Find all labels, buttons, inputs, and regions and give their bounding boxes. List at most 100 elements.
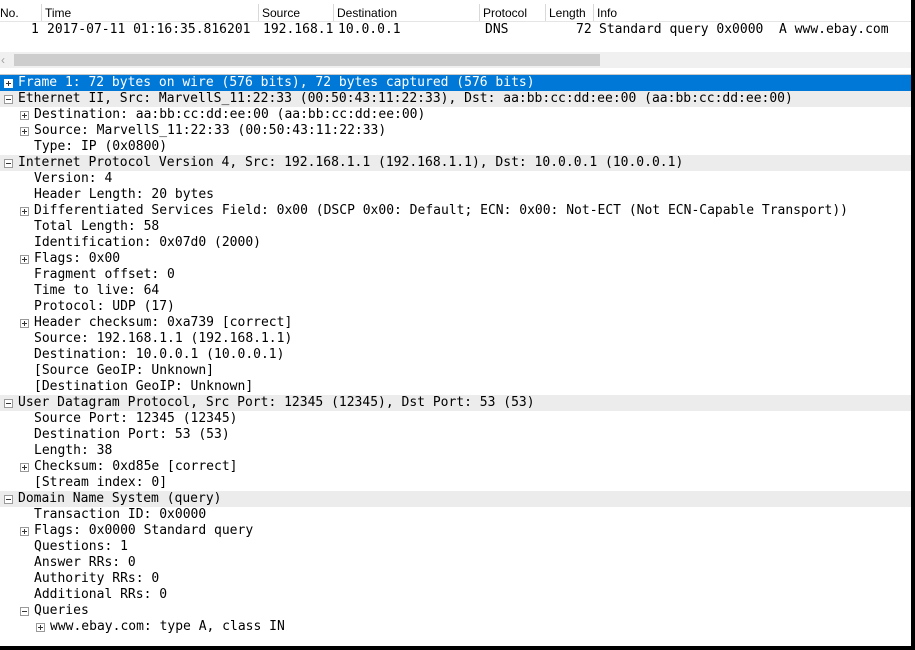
tree-field-row[interactable]: Header Length: 20 bytes (0, 187, 911, 203)
tree-section-row[interactable]: Internet Protocol Version 4, Src: 192.16… (0, 155, 911, 171)
cell-destination: 10.0.0.1 (338, 22, 401, 37)
scroll-left-icon[interactable]: ‹ (1, 52, 5, 68)
tree-field-row[interactable]: Transaction ID: 0x0000 (0, 507, 911, 523)
tree-row-label: Frame 1: 72 bytes on wire (576 bits), 72… (18, 75, 535, 90)
expand-icon[interactable] (20, 127, 29, 136)
column-divider[interactable] (545, 4, 546, 21)
tree-field-row[interactable]: [Destination GeoIP: Unknown] (0, 379, 911, 395)
packet-row[interactable]: 1 2017-07-11 01:16:35.816201 192.168.1.1… (0, 22, 911, 37)
tree-field-row[interactable]: [Stream index: 0] (0, 475, 911, 491)
tree-row-label: [Source GeoIP: Unknown] (34, 363, 215, 378)
expand-icon[interactable] (20, 255, 29, 264)
tree-row-label: Destination Port: 53 (53) (34, 427, 230, 442)
expand-icon[interactable] (20, 319, 29, 328)
tree-field-row[interactable]: Identification: 0x07d0 (2000) (0, 235, 911, 251)
cell-info: Standard query 0x0000 A www.ebay.com (599, 22, 889, 37)
tree-field-row[interactable]: Queries (0, 603, 911, 619)
expand-icon[interactable] (20, 527, 29, 536)
tree-row-label: Internet Protocol Version 4, Src: 192.16… (18, 155, 684, 170)
column-header-source[interactable]: Source (262, 6, 300, 20)
column-divider[interactable] (593, 4, 594, 21)
column-header-protocol[interactable]: Protocol (483, 6, 527, 20)
tree-field-row[interactable]: Type: IP (0x0800) (0, 139, 911, 155)
tree-section-row[interactable]: Ethernet II, Src: MarvellS_11:22:33 (00:… (0, 91, 911, 107)
column-header-destination[interactable]: Destination (337, 6, 397, 20)
tree-section-row[interactable]: Frame 1: 72 bytes on wire (576 bits), 72… (0, 75, 911, 91)
cell-source: 192.168.1.1 (263, 22, 336, 37)
tree-field-row[interactable]: Destination: aa:bb:cc:dd:ee:00 (aa:bb:cc… (0, 107, 911, 123)
tree-section-row[interactable]: User Datagram Protocol, Src Port: 12345 … (0, 395, 911, 411)
tree-row-label: Destination: 10.0.0.1 (10.0.0.1) (34, 347, 285, 362)
tree-field-row[interactable]: Source: 192.168.1.1 (192.168.1.1) (0, 331, 911, 347)
tree-row-label: Flags: 0x0000 Standard query (34, 523, 254, 538)
column-divider[interactable] (41, 4, 42, 21)
tree-row-label: Source Port: 12345 (12345) (34, 411, 238, 426)
collapse-icon[interactable] (4, 399, 13, 408)
packet-details-tree: Frame 1: 72 bytes on wire (576 bits), 72… (0, 74, 911, 645)
collapse-icon[interactable] (4, 159, 13, 168)
tree-field-row[interactable]: [Source GeoIP: Unknown] (0, 363, 911, 379)
tree-row-label: Ethernet II, Src: MarvellS_11:22:33 (00:… (18, 91, 793, 106)
cell-time: 2017-07-11 01:16:35.816201 (47, 22, 251, 37)
tree-field-row[interactable]: Length: 38 (0, 443, 911, 459)
collapse-icon[interactable] (20, 607, 29, 616)
column-header-length[interactable]: Length (549, 6, 586, 20)
cell-length: 72 (576, 22, 592, 37)
tree-field-row[interactable]: Destination: 10.0.0.1 (10.0.0.1) (0, 347, 911, 363)
tree-field-row[interactable]: Flags: 0x00 (0, 251, 911, 267)
tree-row-label: Differentiated Services Field: 0x00 (DSC… (34, 203, 848, 218)
tree-field-row[interactable]: Total Length: 58 (0, 219, 911, 235)
tree-row-label: Version: 4 (34, 171, 113, 186)
tree-row-label: Transaction ID: 0x0000 (34, 507, 207, 522)
tree-field-row[interactable]: Additional RRs: 0 (0, 587, 911, 603)
tree-row-label: Queries (34, 603, 89, 618)
tree-field-row[interactable]: Differentiated Services Field: 0x00 (DSC… (0, 203, 911, 219)
tree-row-label: Type: IP (0x0800) (34, 139, 168, 154)
tree-row-label: Identification: 0x07d0 (2000) (34, 235, 261, 250)
tree-row-label: Source: 192.168.1.1 (192.168.1.1) (34, 331, 293, 346)
wireshark-window: No. Time Source Destination Protocol Len… (0, 0, 911, 646)
tree-field-row[interactable]: Source: MarvellS_11:22:33 (00:50:43:11:2… (0, 123, 911, 139)
tree-field-row[interactable]: Checksum: 0xd85e [correct] (0, 459, 911, 475)
tree-row-label: www.ebay.com: type A, class IN (50, 619, 285, 634)
column-divider[interactable] (479, 4, 480, 21)
tree-field-row[interactable]: Fragment offset: 0 (0, 267, 911, 283)
collapse-icon[interactable] (4, 495, 13, 504)
collapse-icon[interactable] (4, 95, 13, 104)
tree-row-label: Checksum: 0xd85e [correct] (34, 459, 238, 474)
tree-field-row[interactable]: Header checksum: 0xa739 [correct] (0, 315, 911, 331)
tree-row-label: Total Length: 58 (34, 219, 160, 234)
column-divider[interactable] (333, 4, 334, 21)
tree-row-label: Flags: 0x00 (34, 251, 121, 266)
tree-row-label: [Destination GeoIP: Unknown] (34, 379, 254, 394)
tree-row-label: User Datagram Protocol, Src Port: 12345 … (18, 395, 535, 410)
tree-field-row[interactable]: www.ebay.com: type A, class IN (0, 619, 911, 635)
tree-field-row[interactable]: Flags: 0x0000 Standard query (0, 523, 911, 539)
horizontal-scrollbar[interactable]: ‹ (0, 52, 911, 68)
tree-field-row[interactable]: Authority RRs: 0 (0, 571, 911, 587)
tree-field-row[interactable]: Destination Port: 53 (53) (0, 427, 911, 443)
tree-field-row[interactable]: Answer RRs: 0 (0, 555, 911, 571)
column-header-time[interactable]: Time (45, 6, 71, 20)
tree-row-label: Header Length: 20 bytes (34, 187, 215, 202)
expand-icon[interactable] (20, 463, 29, 472)
tree-field-row[interactable]: Time to live: 64 (0, 283, 911, 299)
expand-icon[interactable] (20, 207, 29, 216)
cell-protocol: DNS (485, 22, 509, 37)
tree-field-row[interactable]: Questions: 1 (0, 539, 911, 555)
column-divider[interactable] (258, 4, 259, 21)
expand-icon[interactable] (36, 623, 45, 632)
tree-row-label: Answer RRs: 0 (34, 555, 136, 570)
tree-field-row[interactable]: Source Port: 12345 (12345) (0, 411, 911, 427)
column-header-info[interactable]: Info (597, 6, 617, 20)
tree-row-label: Questions: 1 (34, 539, 128, 554)
tree-field-row[interactable]: Protocol: UDP (17) (0, 299, 911, 315)
column-header-no[interactable]: No. (0, 6, 19, 20)
scrollbar-thumb[interactable] (14, 54, 600, 66)
tree-section-row[interactable]: Domain Name System (query) (0, 491, 911, 507)
packet-list: No. Time Source Destination Protocol Len… (0, 0, 911, 40)
tree-row-label: Domain Name System (query) (18, 491, 222, 506)
expand-icon[interactable] (20, 111, 29, 120)
expand-icon[interactable] (4, 79, 13, 88)
tree-field-row[interactable]: Version: 4 (0, 171, 911, 187)
